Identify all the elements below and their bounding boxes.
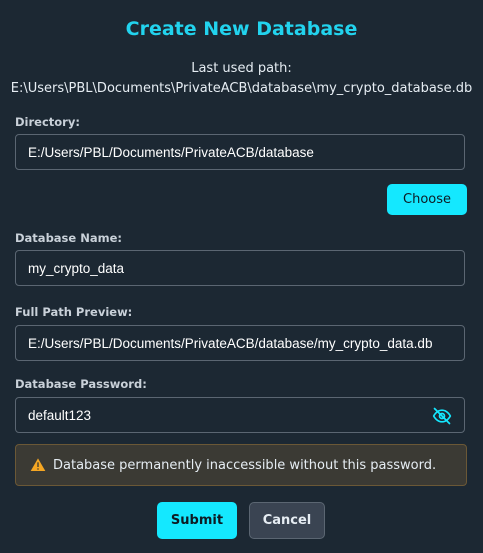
directory-field[interactable]: E:/Users/PBL/Documents/PrivateACB/databa… [15,134,465,170]
eye-off-icon[interactable] [432,406,452,426]
full-path-preview-value: E:/Users/PBL/Documents/PrivateACB/databa… [28,335,433,351]
last-used-path: E:\Users\PBL\Documents\PrivateACB\databa… [10,81,473,96]
last-used-label: Last used path: [191,61,292,76]
directory-value: E:/Users/PBL/Documents/PrivateACB/databa… [28,144,314,160]
password-warning-box: Database permanently inaccessible withou… [15,444,467,486]
warning-text: Database permanently inaccessible withou… [53,457,437,473]
full-path-preview-label: Full Path Preview: [15,305,133,319]
create-database-dialog: Create New Database Last used path: E:\U… [0,0,483,553]
full-path-preview-field: E:/Users/PBL/Documents/PrivateACB/databa… [15,325,465,361]
database-name-value: my_crypto_data [28,260,125,276]
choose-button[interactable]: Choose [387,184,467,215]
dialog-title: Create New Database [125,18,358,40]
database-name-label: Database Name: [15,231,122,245]
submit-button[interactable]: Submit [157,502,237,539]
directory-label: Directory: [15,115,80,129]
cancel-button[interactable]: Cancel [249,502,325,539]
warning-icon [30,457,46,473]
password-label: Database Password: [15,377,147,391]
password-value: default123 [28,407,92,423]
database-name-field[interactable]: my_crypto_data [15,250,465,286]
password-field[interactable]: default123 [15,397,465,433]
